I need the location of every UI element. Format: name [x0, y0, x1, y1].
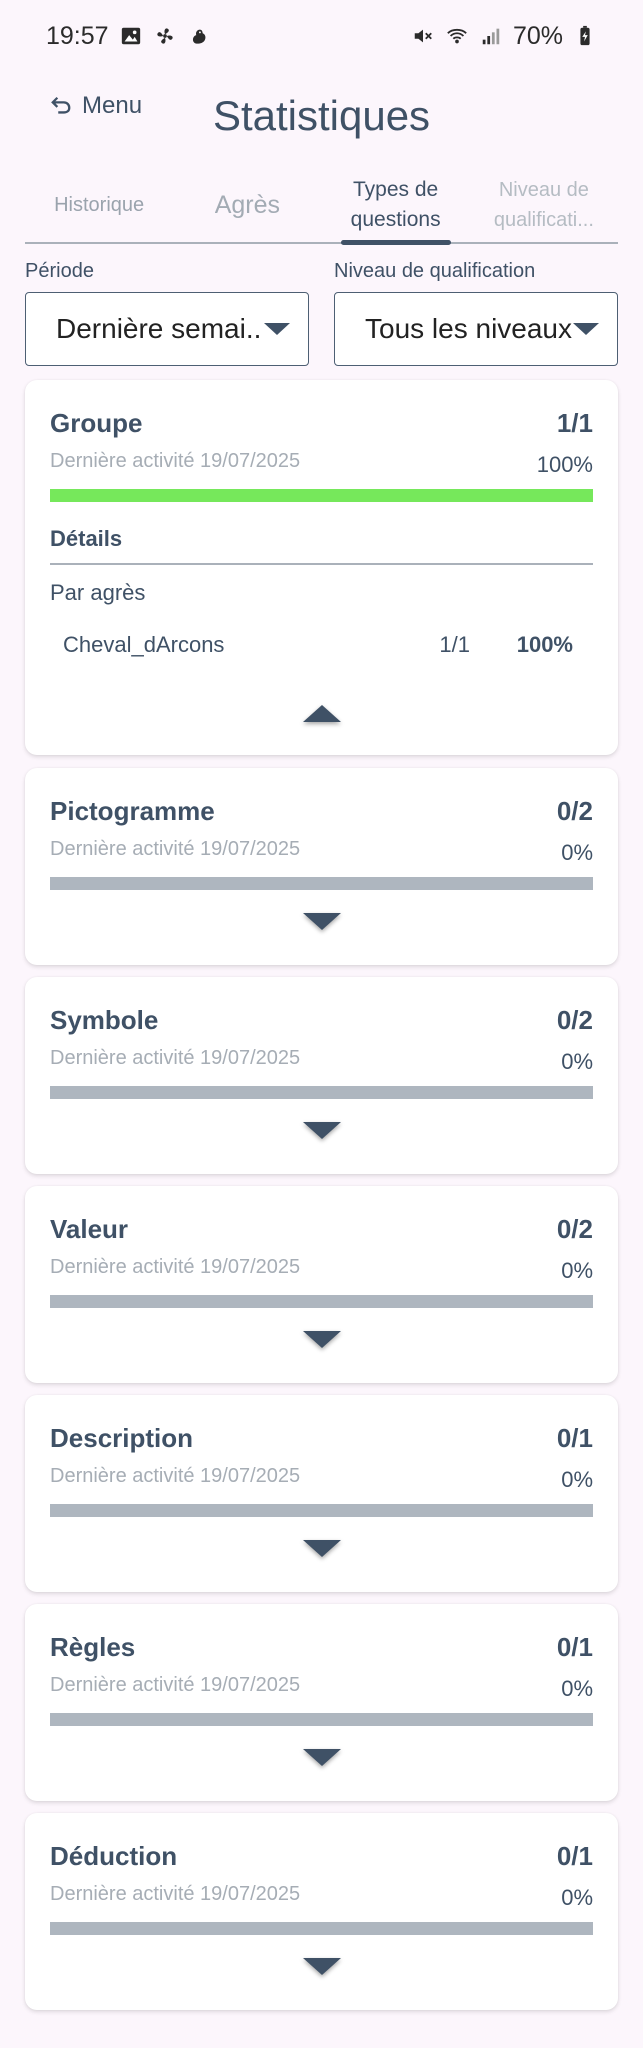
battery-icon — [573, 24, 597, 48]
card-count: 1/1 — [556, 408, 593, 438]
tab-bar: Historique Agrès Types de questions Nive… — [25, 168, 618, 245]
page-title: Statistiques — [0, 92, 643, 140]
chevron-down-icon — [573, 323, 599, 335]
card-title: Pictogramme — [50, 796, 215, 826]
progress-bar — [50, 489, 593, 502]
card-count: 0/2 — [556, 1005, 593, 1035]
period-select-value: Dernière semai.. — [56, 313, 262, 344]
card-last-activity: Dernière activité 19/07/2025 — [50, 1465, 301, 1487]
expand-button[interactable] — [302, 910, 342, 932]
progress-bar — [50, 877, 593, 890]
page-title-text: Statistiques — [212, 92, 431, 139]
fan-icon — [153, 24, 177, 48]
image-icon — [119, 24, 143, 48]
status-left: 19:57 — [46, 22, 211, 51]
stat-card-valeur: Valeur 0/2 Dernière activité 19/07/2025 … — [25, 1186, 618, 1383]
detail-count: 1/1 — [439, 632, 470, 657]
tab-niveau-de-qualification[interactable]: Niveau de qualificati... — [470, 168, 618, 242]
level-select-value: Tous les niveaux — [365, 313, 573, 344]
details-title: Détails — [50, 526, 123, 551]
card-last-activity: Dernière activité 19/07/2025 — [50, 838, 301, 860]
card-percent: 0% — [561, 1049, 593, 1074]
stat-card-symbole: Symbole 0/2 Dernière activité 19/07/2025… — [25, 977, 618, 1174]
card-last-activity: Dernière activité 19/07/2025 — [50, 1256, 301, 1278]
card-last-activity: Dernière activité 19/07/2025 — [50, 1883, 301, 1905]
stat-card-description: Description 0/1 Dernière activité 19/07/… — [25, 1395, 618, 1592]
detail-row: Cheval_dArcons 1/1 100% — [63, 632, 573, 662]
card-count: 0/1 — [556, 1423, 593, 1453]
card-title: Règles — [50, 1632, 136, 1662]
chevron-down-icon — [302, 1330, 341, 1348]
progress-bar — [50, 1295, 593, 1308]
mute-icon — [411, 24, 435, 48]
progress-bar — [50, 1086, 593, 1099]
chevron-down-icon — [302, 1748, 341, 1766]
signal-icon — [479, 24, 503, 48]
wifi-icon — [445, 24, 469, 48]
expand-button[interactable] — [302, 1746, 342, 1768]
card-percent: 0% — [561, 840, 593, 865]
card-percent: 0% — [561, 1467, 593, 1492]
expand-button[interactable] — [302, 1328, 342, 1350]
expand-button[interactable] — [302, 1119, 342, 1141]
tab-historique[interactable]: Historique — [25, 168, 173, 242]
status-bar: 19:57 70% — [0, 0, 643, 72]
chevron-up-icon — [302, 704, 341, 722]
level-filter-label: Niveau de qualification — [334, 260, 536, 282]
collapse-button[interactable] — [302, 702, 342, 724]
period-select[interactable]: Dernière semai.. — [25, 292, 309, 366]
card-count: 0/2 — [556, 796, 593, 826]
chevron-down-icon — [302, 1121, 341, 1139]
expand-button[interactable] — [302, 1955, 342, 1977]
card-title: Groupe — [50, 408, 143, 438]
stat-card-regles: Règles 0/1 Dernière activité 19/07/2025 … — [25, 1604, 618, 1801]
tab-agres[interactable]: Agrès — [173, 168, 321, 242]
chevron-down-icon — [302, 1957, 341, 1975]
tab-agres-label: Agrès — [214, 191, 281, 219]
chevron-down-icon — [264, 323, 290, 335]
card-percent: 0% — [561, 1676, 593, 1701]
details-subtitle: Par agrès — [50, 580, 146, 605]
tab-historique-label: Historique — [54, 194, 145, 216]
progress-bar — [50, 1922, 593, 1935]
status-right: 70% — [411, 22, 597, 51]
card-count: 0/1 — [556, 1632, 593, 1662]
progress-fill — [50, 489, 593, 502]
tab-types-de-questions-label: Types de questions — [350, 178, 441, 231]
card-title: Déduction — [50, 1841, 178, 1871]
card-percent: 0% — [561, 1885, 593, 1910]
card-last-activity: Dernière activité 19/07/2025 — [50, 1047, 301, 1069]
chevron-down-icon — [302, 912, 341, 930]
progress-bar — [50, 1504, 593, 1517]
progress-bar — [50, 1713, 593, 1726]
card-last-activity: Dernière activité 19/07/2025 — [50, 1674, 301, 1696]
bird-icon — [187, 24, 211, 48]
tab-types-de-questions[interactable]: Types de questions — [322, 168, 470, 245]
period-filter-label: Période — [25, 260, 94, 282]
card-title: Valeur — [50, 1214, 129, 1244]
stat-card-deduction: Déduction 0/1 Dernière activité 19/07/20… — [25, 1813, 618, 2010]
stat-card-pictogramme: Pictogramme 0/2 Dernière activité 19/07/… — [25, 768, 618, 965]
tab-niveau-label: Niveau de qualificati... — [493, 179, 594, 231]
card-last-activity: Dernière activité 19/07/2025 — [50, 450, 301, 472]
expand-button[interactable] — [302, 1537, 342, 1559]
detail-name: Cheval_dArcons — [63, 632, 225, 657]
level-select[interactable]: Tous les niveaux — [334, 292, 618, 366]
divider — [50, 563, 593, 565]
card-count: 0/2 — [556, 1214, 593, 1244]
card-title: Symbole — [50, 1005, 159, 1035]
card-title: Description — [50, 1423, 194, 1453]
stat-card-groupe: Groupe 1/1 Dernière activité 19/07/2025 … — [25, 380, 618, 755]
card-count: 0/1 — [556, 1841, 593, 1871]
card-percent: 0% — [561, 1258, 593, 1283]
status-time: 19:57 — [46, 21, 109, 50]
chevron-down-icon — [302, 1539, 341, 1557]
battery-text: 70% — [512, 21, 563, 50]
card-percent: 100% — [536, 452, 593, 477]
detail-percent: 100% — [516, 632, 573, 657]
